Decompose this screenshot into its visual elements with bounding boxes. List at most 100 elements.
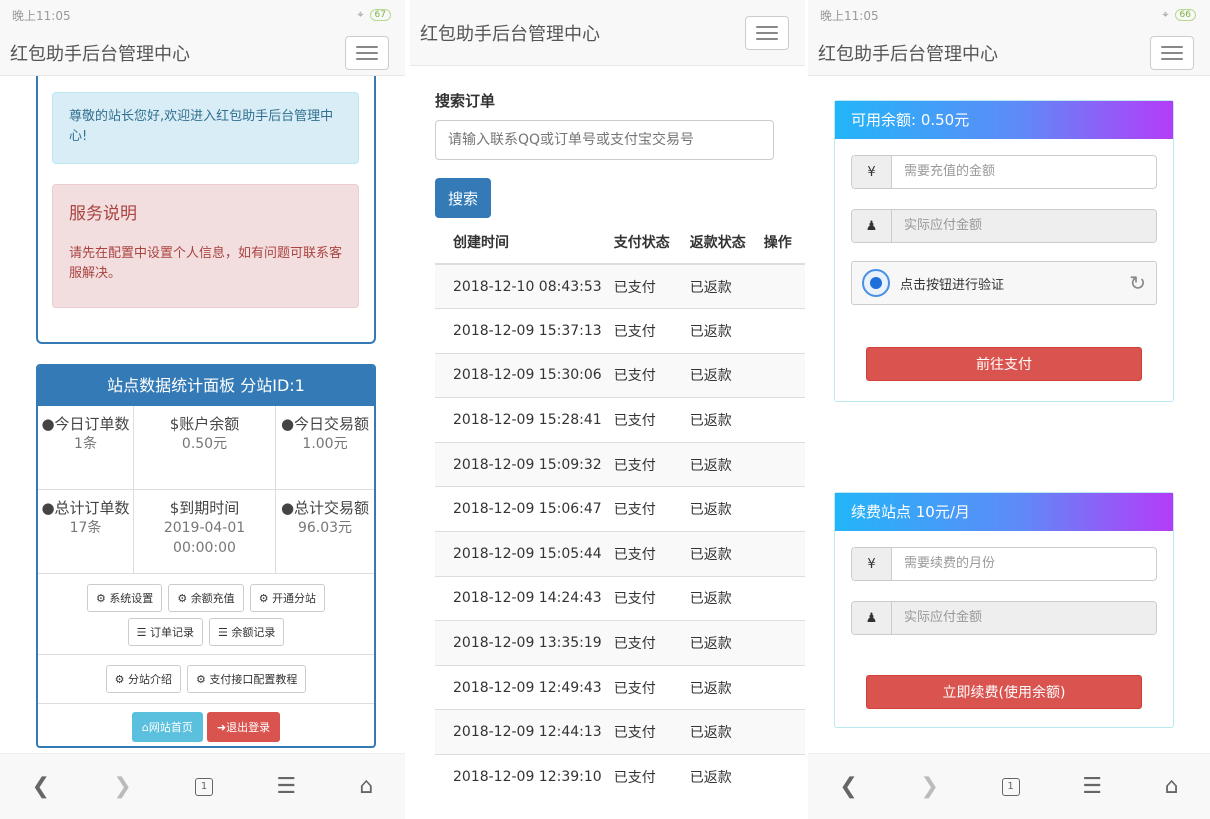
status-bar: 晚上11:05 ⌖ 67 (0, 0, 405, 30)
table-row: 2018-12-09 12:49:43 已支付 已返款 (435, 664, 805, 710)
service-alert: 服务说明 请先在配置中设置个人信息，如有问题可联系客服解决。 (52, 184, 359, 308)
nav-buttons: ⌂网站首页 ➜退出登录 (38, 704, 374, 746)
yen-icon: ¥ (852, 156, 892, 188)
gear-icon: ⚙ (196, 673, 206, 686)
stat-total-amount: ●总计交易额 96.03元 (276, 490, 374, 574)
home-button[interactable]: ⌂网站首页 (131, 712, 203, 742)
table-row: 2018-12-09 14:24:43 已支付 已返款 (435, 575, 805, 621)
col-pay-status: 支付状态 (601, 220, 676, 265)
back-icon[interactable]: ❮ (32, 774, 50, 799)
order-records-button[interactable]: ☰ 订单记录 (127, 618, 203, 646)
battery-icon: 66 (1174, 9, 1196, 21)
go-pay-button[interactable]: 前往支付 (866, 347, 1142, 381)
captcha-icon (862, 269, 890, 297)
table-header: 创建时间 支付状态 返款状态 操作 (435, 220, 805, 265)
logout-icon: ➜ (216, 721, 227, 734)
table-row: 2018-12-09 15:28:41 已支付 已返款 (435, 397, 805, 443)
menu-toggle-button[interactable] (1150, 35, 1194, 70)
menu-toggle-button[interactable] (345, 35, 389, 70)
orders-table: 创建时间 支付状态 返款状态 操作 2018-12-10 08:43:53 已支付… (435, 220, 805, 800)
search-button[interactable]: 搜索 (435, 178, 491, 218)
browser-bottom-nav: ❮ ❯ 1 ☰ ⌂ (0, 753, 405, 819)
substation-intro-button[interactable]: ⚙ 分站介绍 (105, 665, 181, 693)
drop-icon: ● (280, 499, 295, 517)
menu-toggle-button[interactable] (745, 15, 789, 50)
status-bar: 晚上11:05 ⌖ 66 (808, 0, 1210, 30)
open-substation-button[interactable]: ⚙ 开通分站 (249, 584, 326, 612)
recharge-panel-title: 可用余额: 0.50元 (835, 101, 1173, 139)
balance-recharge-button[interactable]: ⚙ 余额充值 (168, 584, 244, 612)
hamburger-icon (356, 45, 378, 48)
gear-icon: ⚙ (177, 592, 188, 605)
stat-today-orders: ●今日订单数 1条 (38, 406, 134, 490)
drop-icon: ● (41, 499, 55, 517)
recharge-pay-group: ♟ 实际应付金额 (851, 209, 1157, 243)
balance-records-button[interactable]: ☰ 余额记录 (209, 618, 285, 646)
forward-icon[interactable]: ❯ (920, 774, 938, 799)
brand-title[interactable]: 红包助手后台管理中心 (10, 40, 190, 66)
refresh-icon[interactable]: ↻ (1129, 271, 1146, 295)
col-actions: 操作 (749, 220, 805, 265)
navbar: 红包助手后台管理中心 (0, 30, 405, 76)
home-icon[interactable]: ⌂ (359, 774, 373, 799)
phone-orders: 红包助手后台管理中心 搜索订单 搜索 创建时间 支付状态 返款状态 操作 201… (410, 0, 805, 819)
recharge-amount-group: ¥ 需要充值的金额 (851, 155, 1157, 189)
col-created-time: 创建时间 (435, 220, 602, 265)
brand-title[interactable]: 红包助手后台管理中心 (420, 20, 600, 46)
phone-recharge: 晚上11:05 ⌖ 66 红包助手后台管理中心 可用余额: 0.50元 ¥ 需要… (808, 0, 1210, 819)
renew-months-group: ¥ 需要续费的月份 (851, 547, 1157, 581)
dollar-icon: $ (169, 499, 180, 517)
recharge-amount-input[interactable]: 需要充值的金额 (892, 156, 1156, 188)
wifi-icon: ⌖ (357, 8, 364, 21)
gear-icon: ⚙ (95, 592, 106, 605)
back-icon[interactable]: ❮ (839, 774, 857, 799)
recharge-panel: 可用余额: 0.50元 ¥ 需要充值的金额 ♟ 实际应付金额 点击按钮进行验证 … (834, 100, 1174, 402)
stats-panel: 站点数据统计面板 分站ID:1 ●今日订单数 1条 $账户余额 0.50元 ●今… (36, 364, 376, 748)
forward-icon[interactable]: ❯ (113, 774, 131, 799)
status-time: 晚上11:05 (12, 8, 71, 23)
browser-bottom-nav: ❮ ❯ 1 ☰ ⌂ (808, 753, 1210, 819)
menu-icon[interactable]: ☰ (1082, 774, 1102, 799)
system-settings-button[interactable]: ⚙ 系统设置 (86, 584, 163, 612)
recharge-pay-field: 实际应付金额 (892, 210, 1156, 242)
table-row: 2018-12-10 08:43:53 已支付 已返款 (435, 263, 805, 309)
renew-panel: 续费站点 10元/月 ¥ 需要续费的月份 ♟ 实际应付金额 立即续费(使用余额) (834, 492, 1174, 728)
search-label: 搜索订单 (435, 92, 496, 110)
service-title: 服务说明 (69, 204, 137, 224)
service-text: 请先在配置中设置个人信息，如有问题可联系客服解决。 (69, 246, 343, 281)
phone-dashboard: 晚上11:05 ⌖ 67 红包助手后台管理中心 尊敬的站长您好,欢迎进入红包助手… (0, 0, 405, 819)
gear-icon: ⚙ (258, 592, 269, 605)
navbar: 红包助手后台管理中心 (808, 30, 1210, 76)
renew-button[interactable]: 立即续费(使用余额) (866, 675, 1142, 709)
table-row: 2018-12-09 13:35:19 已支付 已返款 (435, 620, 805, 666)
home-icon: ⌂ (141, 721, 149, 734)
tabs-icon[interactable]: 1 (1001, 777, 1020, 796)
logout-button[interactable]: ➜退出登录 (206, 712, 281, 742)
battery-icon: 67 (369, 9, 391, 21)
gear-icon: ⚙ (114, 673, 125, 686)
brand-title[interactable]: 红包助手后台管理中心 (818, 40, 998, 66)
help-buttons: ⚙ 分站介绍 ⚙ 支付接口配置教程 (38, 655, 374, 704)
stat-balance: $账户余额 0.50元 (134, 406, 276, 490)
renew-panel-title: 续费站点 10元/月 (835, 493, 1173, 531)
payment-tutorial-button[interactable]: ⚙ 支付接口配置教程 (187, 665, 307, 693)
home-icon[interactable]: ⌂ (1165, 774, 1179, 799)
stat-today-amount: ●今日交易额 1.00元 (276, 406, 374, 490)
status-time: 晚上11:05 (820, 8, 879, 23)
tabs-icon[interactable]: 1 (195, 777, 214, 796)
hamburger-icon (756, 25, 778, 28)
user-icon: ♟ (852, 210, 892, 242)
yen-icon: ¥ (852, 548, 892, 580)
action-buttons: ⚙ 系统设置 ⚙ 余额充值 ⚙ 开通分站 ☰ 订单记录 ☰ 余额记录 (38, 574, 374, 655)
drop-icon: ● (41, 415, 55, 433)
captcha-widget[interactable]: 点击按钮进行验证 ↻ (851, 261, 1157, 305)
search-input[interactable] (435, 120, 774, 160)
welcome-alert: 尊敬的站长您好,欢迎进入红包助手后台管理中心! (52, 92, 359, 164)
renew-pay-group: ♟ 实际应付金额 (851, 601, 1157, 635)
stats-grid: ●今日订单数 1条 $账户余额 0.50元 ●今日交易额 1.00元 ●总计订单… (38, 406, 374, 574)
renew-months-input[interactable]: 需要续费的月份 (892, 548, 1156, 580)
menu-icon[interactable]: ☰ (276, 774, 296, 799)
dollar-icon: $ (169, 415, 180, 433)
renew-pay-field: 实际应付金额 (892, 602, 1156, 634)
table-row: 2018-12-09 15:30:06 已支付 已返款 (435, 352, 805, 398)
